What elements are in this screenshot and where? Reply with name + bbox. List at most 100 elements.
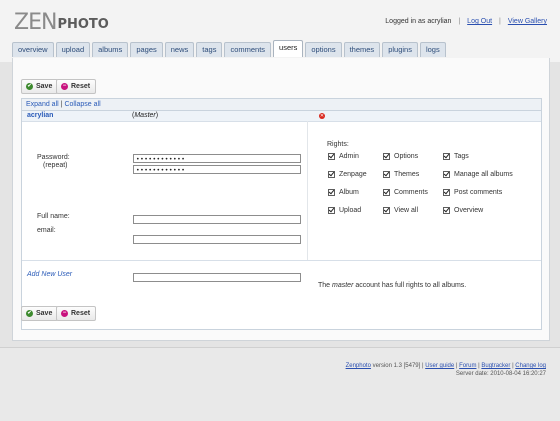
right-admin-checkbox[interactable]: Admin	[328, 153, 359, 160]
checkmark-icon: ✔	[26, 310, 33, 317]
right-label: Admin	[339, 153, 359, 160]
save-button-top[interactable]: ✔ Save	[21, 79, 59, 94]
note-prefix: The	[318, 282, 333, 289]
rights-title: Rights:	[327, 141, 349, 148]
tab-logs[interactable]: logs	[419, 42, 446, 57]
email-input[interactable]	[133, 235, 301, 244]
checkbox-checked	[383, 189, 390, 196]
checkbox-checked	[328, 171, 335, 178]
tab-albums[interactable]: albums	[92, 42, 129, 57]
reset-button-top[interactable]: − Reset	[56, 79, 97, 94]
password-input[interactable]: ••••••••••••	[133, 154, 301, 163]
right-label: Overview	[454, 207, 484, 214]
save-button-bottom[interactable]: ✔ Save	[21, 306, 59, 321]
master-rights-note: The master account has full rights to al…	[318, 282, 466, 289]
delete-user-icon[interactable]: ✕	[319, 113, 325, 119]
separator: |	[499, 18, 501, 25]
changelog-link[interactable]: Change log	[515, 363, 546, 369]
new-user-input[interactable]	[133, 273, 301, 282]
right-manage-all-albums-checkbox[interactable]: Manage all albums	[443, 171, 513, 178]
right-label: Themes	[394, 171, 420, 178]
right-label: Manage all albums	[454, 171, 513, 178]
checkbox-checked	[443, 207, 450, 214]
right-label: Tags	[454, 153, 469, 160]
note-master: master	[332, 282, 354, 289]
master-word: Master	[134, 112, 156, 119]
right-label: Post comments	[454, 189, 503, 196]
separator: |	[455, 363, 458, 369]
right-post-comments-checkbox[interactable]: Post comments	[443, 189, 502, 196]
forum-link[interactable]: Forum	[459, 363, 476, 369]
checkmark-icon: ✔	[26, 83, 33, 90]
logged-in-text: Logged in as acrylian	[385, 18, 452, 25]
paren-close: )	[155, 112, 159, 119]
zenphoto-link[interactable]: Zenphoto	[346, 363, 371, 369]
tab-pages[interactable]: pages	[130, 42, 163, 57]
tab-tags[interactable]: tags	[196, 42, 223, 57]
right-zenpage-checkbox[interactable]: Zenpage	[328, 171, 367, 178]
tab-users[interactable]: users	[273, 40, 304, 57]
right-options-checkbox[interactable]: Options	[383, 153, 418, 160]
separator: |	[512, 363, 514, 369]
tab-comments[interactable]: comments	[224, 42, 272, 57]
right-themes-checkbox[interactable]: Themes	[383, 171, 419, 178]
collapse-all-link[interactable]: Collapse all	[64, 101, 100, 108]
view-gallery-link[interactable]: View Gallery	[508, 18, 547, 25]
tab-overview[interactable]: overview	[12, 42, 54, 57]
row-divider	[22, 260, 541, 261]
right-label: Upload	[339, 207, 362, 214]
footer-band	[0, 347, 560, 421]
separator: |	[458, 18, 461, 25]
checkbox-checked	[443, 153, 450, 160]
checkbox-checked	[443, 189, 450, 196]
password-label: Password:	[37, 154, 70, 161]
user-name-link[interactable]: acrylian	[27, 111, 53, 121]
right-overview-checkbox[interactable]: Overview	[443, 207, 483, 214]
note-suffix: account has full rights to all albums.	[353, 282, 467, 289]
checkbox-checked	[328, 207, 335, 214]
repeat-label: (repeat)	[43, 162, 68, 169]
add-new-user-label: Add New User	[27, 271, 73, 278]
bugtracker-link[interactable]: Bugtracker	[481, 363, 510, 369]
server-date: Server date: 2010-08-04 16:20:27	[455, 371, 546, 377]
right-label: View all	[394, 207, 418, 214]
reset-icon: −	[61, 310, 68, 317]
checkbox-checked	[328, 189, 335, 196]
tab-options[interactable]: options	[305, 42, 342, 57]
reset-label: Reset	[71, 310, 91, 317]
right-album-checkbox[interactable]: Album	[328, 189, 359, 196]
reset-icon: −	[61, 83, 68, 90]
separator: |	[60, 101, 63, 108]
right-comments-checkbox[interactable]: Comments	[383, 189, 428, 196]
reset-button-bottom[interactable]: − Reset	[56, 306, 97, 321]
user-guide-link[interactable]: User guide	[425, 363, 454, 369]
checkbox-checked	[328, 153, 335, 160]
full-name-input[interactable]	[133, 215, 301, 224]
checkbox-checked	[443, 171, 450, 178]
password-repeat-input[interactable]: ••••••••••••	[133, 165, 301, 174]
right-view-all-checkbox[interactable]: View all	[383, 207, 418, 214]
tab-themes[interactable]: themes	[343, 42, 381, 57]
right-tags-checkbox[interactable]: Tags	[443, 153, 469, 160]
checkbox-checked	[383, 171, 390, 178]
save-label: Save	[36, 83, 53, 90]
right-label: Comments	[394, 189, 428, 196]
expand-all-link[interactable]: Expand all	[26, 101, 59, 108]
tab-upload[interactable]: upload	[55, 42, 91, 57]
column-divider	[307, 121, 308, 261]
right-label: Options	[394, 153, 419, 160]
tab-news[interactable]: news	[164, 42, 195, 57]
separator: |	[478, 363, 480, 369]
tab-plugins[interactable]: plugins	[382, 42, 418, 57]
user-row-acrylian: acrylian (Master) ✕	[22, 111, 541, 122]
right-upload-checkbox[interactable]: Upload	[328, 207, 361, 214]
logout-link[interactable]: Log Out	[467, 18, 492, 25]
users-content: ✔ Save − Reset Expand all | Collapse all…	[12, 58, 550, 341]
logo-zen-text: ZEN	[14, 10, 57, 35]
right-label: Zenpage	[339, 171, 367, 178]
footer-links: Zenphoto version 1.3 [5479] | User guide…	[346, 362, 546, 370]
checkbox-checked	[383, 153, 390, 160]
users-panel: Expand all | Collapse all acrylian (Mast…	[21, 98, 542, 330]
reset-label: Reset	[71, 83, 91, 90]
zenphoto-logo[interactable]: ZEN PHOTO	[14, 8, 109, 34]
